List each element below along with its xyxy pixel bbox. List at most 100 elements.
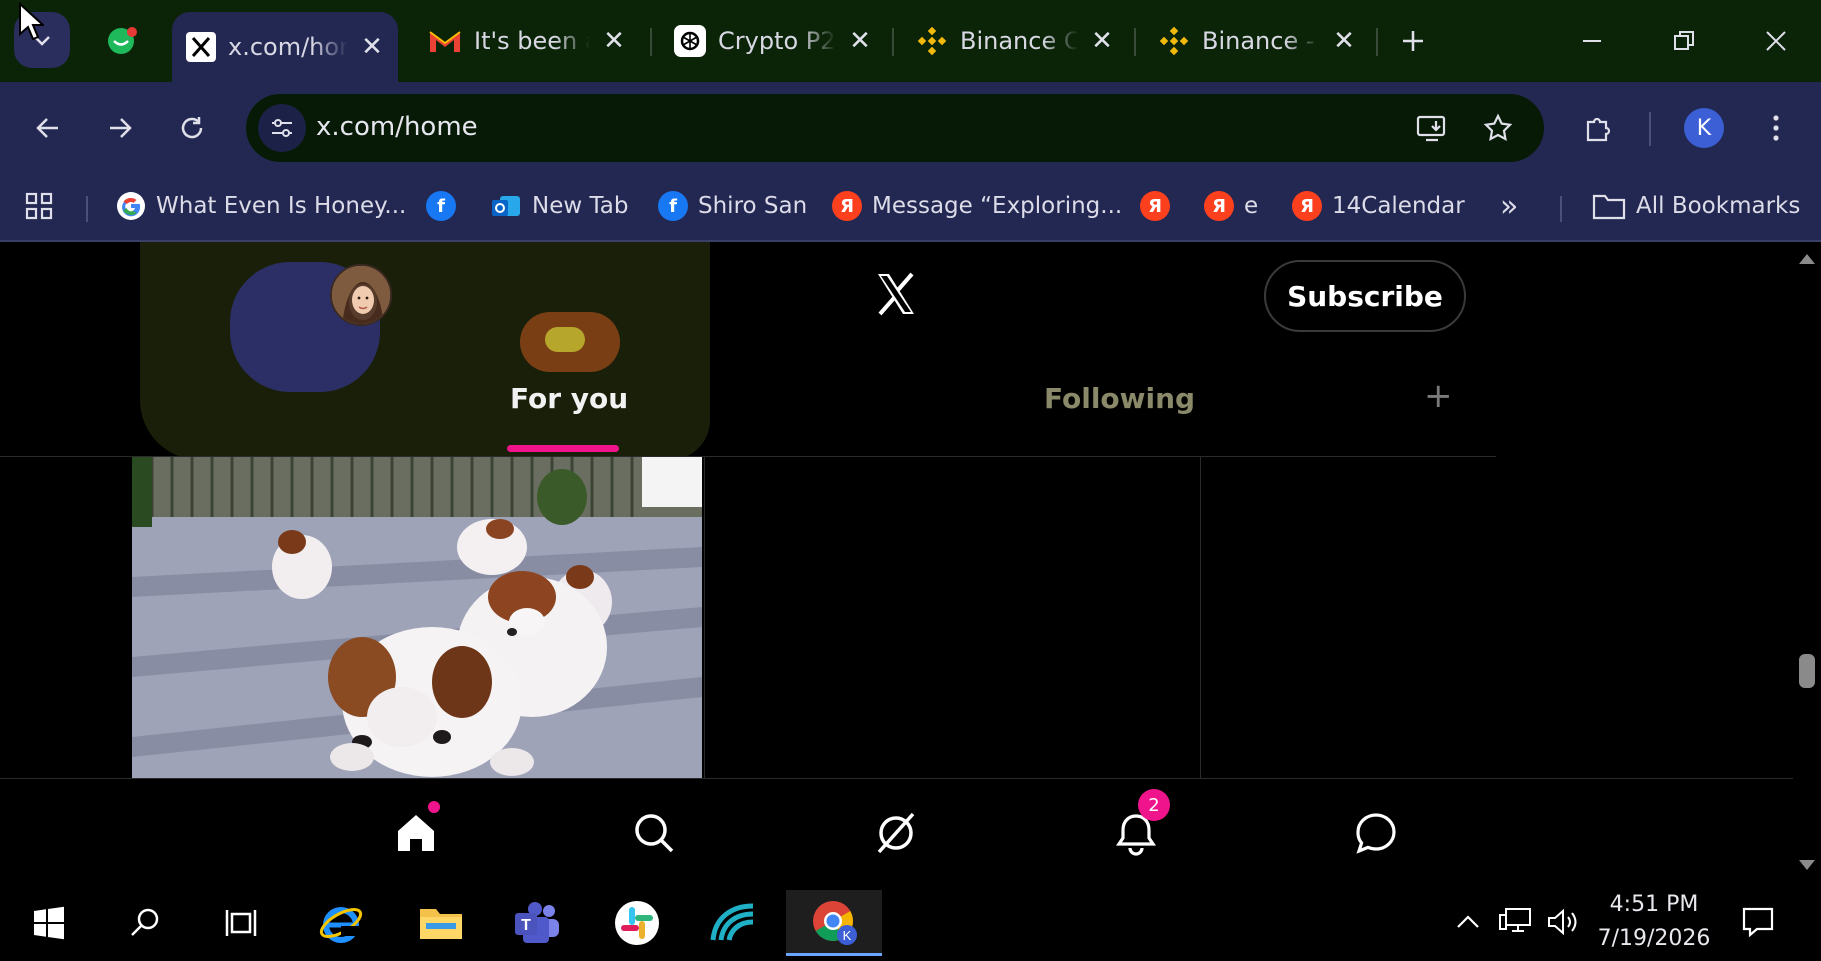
user-avatar[interactable]: [330, 264, 392, 326]
background-artifact: [545, 327, 585, 352]
tab-separator: [1376, 28, 1378, 56]
restore-icon: [1674, 31, 1694, 50]
bookmark-star-button[interactable]: [1478, 108, 1518, 148]
start-button[interactable]: [4, 890, 94, 956]
tab-close-icon[interactable]: ✕: [360, 32, 384, 62]
nav-grok[interactable]: [866, 803, 926, 863]
search-icon: [635, 814, 674, 853]
new-tab-button[interactable]: [1390, 18, 1436, 64]
system-clock[interactable]: 4:51 PM 7/19/2026: [1594, 888, 1714, 956]
yandex-icon: Я: [1292, 191, 1322, 221]
notifications-badge: 2: [1138, 789, 1170, 821]
scroll-thumb[interactable]: [1799, 654, 1815, 688]
apps-button[interactable]: [24, 186, 54, 226]
tab-crypto-p2p[interactable]: Crypto P2P ✕: [660, 14, 886, 68]
nav-home[interactable]: [386, 801, 446, 863]
taskbar-search-button[interactable]: [100, 890, 190, 956]
url-text[interactable]: x.com/home: [316, 112, 478, 142]
taskbar-app-ie[interactable]: [296, 890, 386, 956]
bookmark-label: e: [1244, 193, 1259, 219]
taskbar-app-teams[interactable]: T: [492, 890, 582, 956]
nav-notifications[interactable]: 2: [1106, 789, 1170, 863]
menu-button[interactable]: [1752, 104, 1800, 152]
pinned-tab[interactable]: [92, 14, 152, 68]
tab-binance-2[interactable]: Binance - ✕: [1144, 14, 1370, 68]
bookmark-label: Message “Exploring...: [872, 193, 1123, 219]
svg-text:K: K: [843, 928, 852, 943]
forward-button[interactable]: [96, 104, 144, 152]
address-bar[interactable]: x.com/home: [246, 94, 1544, 162]
install-icon: [1416, 115, 1446, 142]
bookmark-item[interactable]: New Tab: [490, 186, 628, 226]
tab-following[interactable]: Following: [1044, 382, 1195, 415]
x-logo-icon[interactable]: [872, 270, 920, 318]
toolbar-divider: [1649, 112, 1651, 146]
nav-messages[interactable]: [1346, 803, 1406, 863]
profile-button[interactable]: K: [1680, 104, 1728, 152]
taskbar-app-wave[interactable]: [688, 890, 778, 956]
plus-icon: [1403, 31, 1423, 51]
add-tab-button[interactable]: +: [1424, 376, 1453, 416]
bookmark-item[interactable]: Я e: [1204, 186, 1258, 226]
mouse-cursor-icon: [19, 2, 44, 41]
site-info-button[interactable]: [258, 104, 306, 152]
bookmark-item[interactable]: Я Message “Exploring...: [832, 186, 1122, 226]
tab-close-icon[interactable]: ✕: [1090, 26, 1114, 56]
puzzle-icon: [1586, 117, 1611, 142]
facebook-icon: f: [426, 191, 456, 221]
close-window-button[interactable]: [1746, 18, 1806, 64]
tab-close-icon[interactable]: ✕: [602, 26, 626, 56]
taskbar-app-slack[interactable]: [592, 890, 682, 956]
yandex-icon: Я: [1204, 191, 1234, 221]
all-bookmarks-button[interactable]: All Bookmarks: [1592, 186, 1800, 226]
bookmark-label: 14Calendar: [1332, 193, 1465, 219]
speaker-icon: [1548, 908, 1577, 936]
nav-search[interactable]: [624, 803, 684, 863]
scroll-down-arrow-icon[interactable]: [1799, 860, 1815, 870]
bookmarks-overflow-button[interactable]: »: [1500, 186, 1518, 226]
grok-icon: [877, 812, 915, 854]
tab-title: It's been a: [474, 27, 590, 55]
restore-button[interactable]: [1654, 18, 1714, 64]
volume-button[interactable]: [1544, 902, 1584, 942]
tab-for-you[interactable]: For you: [510, 382, 628, 415]
install-app-button[interactable]: [1412, 108, 1452, 148]
bookmark-label: New Tab: [532, 193, 629, 219]
tab-gmail[interactable]: It's been a ✕: [414, 14, 640, 68]
tab-title: x.com/home: [228, 33, 348, 61]
bookmark-item[interactable]: What Even Is Honey...: [116, 186, 406, 226]
tab-close-icon[interactable]: ✕: [848, 26, 872, 56]
clock-time: 4:51 PM: [1609, 892, 1699, 917]
windows-taskbar: T K 4:51 PM 7/19/2026: [0, 882, 1821, 961]
reload-button[interactable]: [168, 104, 216, 152]
tab-strip: x.com/home ✕ It's been a ✕ Crypto P2P ✕ …: [0, 0, 1821, 82]
task-view-button[interactable]: [196, 890, 286, 956]
bookmark-item[interactable]: f Shiro San: [658, 186, 807, 226]
tab-close-icon[interactable]: ✕: [1332, 26, 1356, 56]
tab-binance-1[interactable]: Binance C ✕: [902, 14, 1128, 68]
page-scrollbar[interactable]: [1793, 242, 1821, 882]
minimize-button[interactable]: [1562, 18, 1622, 64]
post-media-image[interactable]: [132, 457, 702, 778]
network-button[interactable]: [1496, 902, 1536, 942]
action-center-button[interactable]: [1736, 902, 1780, 942]
bookmark-item[interactable]: Я 14Calendar: [1292, 186, 1465, 226]
apps-grid-icon: [25, 192, 53, 220]
home-icon: [398, 815, 434, 851]
browser-toolbar: x.com/home K: [0, 82, 1821, 172]
show-hidden-icons-button[interactable]: [1450, 902, 1486, 942]
taskbar-app-chrome[interactable]: K: [786, 890, 882, 956]
binance-icon: [1159, 26, 1189, 56]
outlook-icon: [492, 196, 520, 216]
taskbar-app-file-explorer[interactable]: [396, 890, 486, 956]
back-button[interactable]: [24, 104, 72, 152]
bookmark-item[interactable]: f: [426, 186, 456, 226]
search-icon: [131, 908, 159, 936]
extensions-button[interactable]: [1574, 104, 1622, 152]
subscribe-button[interactable]: Subscribe: [1264, 260, 1466, 332]
all-bookmarks-label: All Bookmarks: [1636, 193, 1801, 219]
scroll-up-arrow-icon[interactable]: [1799, 254, 1815, 264]
bookmark-item[interactable]: Я: [1140, 186, 1170, 226]
tab-separator: [1134, 28, 1136, 56]
tab-x-home[interactable]: x.com/home ✕: [172, 12, 398, 82]
